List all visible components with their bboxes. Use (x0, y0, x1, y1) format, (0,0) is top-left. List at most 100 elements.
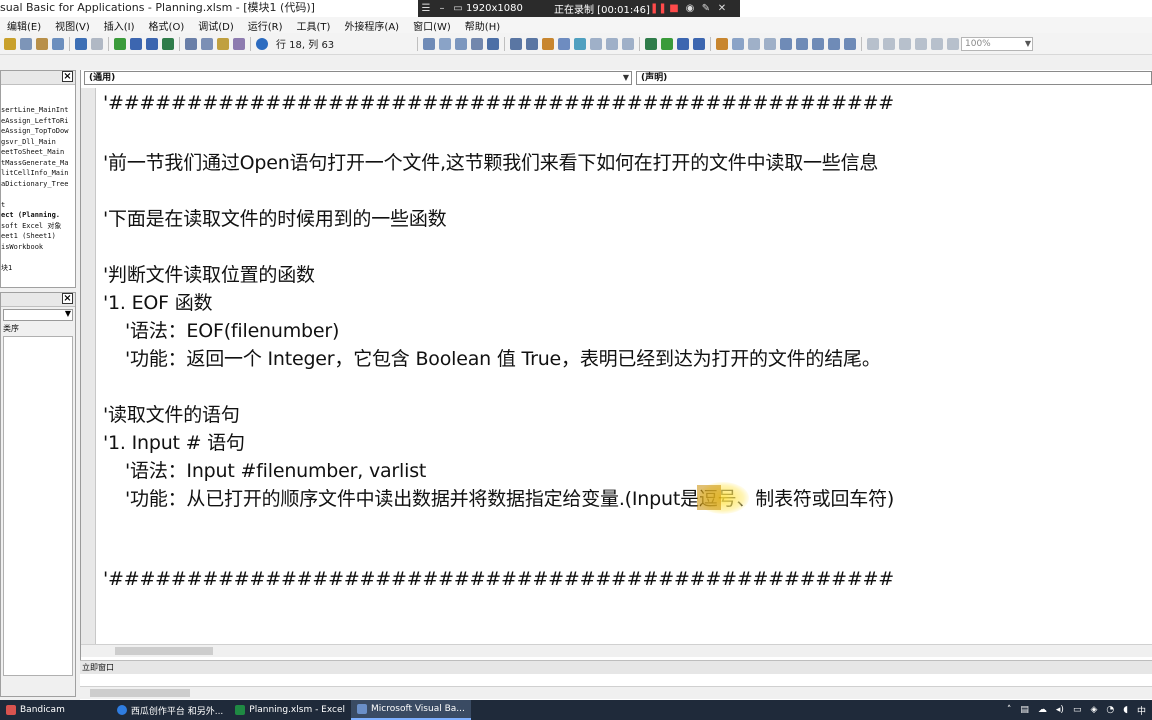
userform-align-icon[interactable] (867, 37, 879, 50)
menu-addins[interactable]: 外接程序(A) (337, 18, 406, 33)
menu-view[interactable]: 视图(V) (48, 18, 97, 33)
userform-group-icon[interactable] (883, 37, 895, 50)
properties-icon[interactable] (201, 37, 213, 50)
menu-format[interactable]: 格式(O) (142, 18, 192, 33)
redo-icon[interactable] (91, 37, 103, 50)
tree-item[interactable]: eetToSheet_Main (1, 147, 75, 158)
step-into-icon[interactable] (732, 37, 744, 50)
run-icon[interactable] (114, 37, 126, 50)
userform-size-icon[interactable] (931, 37, 943, 50)
close-icon[interactable]: × (62, 71, 73, 82)
menu-tools[interactable]: 工具(T) (290, 18, 338, 33)
tree-item-project[interactable]: ect (Planning. (1, 210, 75, 221)
volume-icon[interactable]: ◂) (1056, 705, 1064, 715)
userform-order-icon[interactable] (947, 37, 959, 50)
reset-icon[interactable] (146, 37, 158, 50)
procedure-combo[interactable]: (声明) (636, 71, 1152, 85)
toggle-bookmark-icon[interactable] (590, 37, 602, 50)
outdent-icon[interactable] (526, 37, 538, 50)
tree-item-module[interactable]: 块1 (1, 263, 75, 274)
close-icon[interactable]: × (62, 293, 73, 304)
quick-watch-icon[interactable] (828, 37, 840, 50)
tree-item[interactable]: eet1 (Sheet1) (1, 231, 75, 242)
zoom-select[interactable]: 100% ▼ (961, 36, 1033, 51)
previous-bookmark-icon[interactable] (622, 37, 634, 50)
help-icon[interactable] (256, 37, 268, 50)
undo-icon[interactable] (75, 37, 87, 50)
taskbar-item-vba[interactable]: Microsoft Visual Ba... (351, 700, 471, 720)
tree-item[interactable]: eAssign_LeftToRi (1, 116, 75, 127)
pen-icon[interactable]: ✎ (698, 3, 714, 14)
break-icon[interactable] (130, 37, 142, 50)
properties-tab[interactable]: 类序 (1, 323, 75, 334)
tree-item[interactable]: isWorkbook (1, 242, 75, 253)
menu-insert[interactable]: 插入(I) (97, 18, 142, 33)
indent-icon[interactable] (510, 37, 522, 50)
quick-info-icon[interactable] (455, 37, 467, 50)
camera-icon[interactable]: ◉ (682, 3, 698, 14)
list-constants-icon[interactable] (439, 37, 451, 50)
network-icon[interactable]: ▤ (1020, 705, 1029, 715)
design-mode-icon[interactable] (162, 37, 174, 50)
comment-block-icon[interactable] (558, 37, 570, 50)
code-horizontal-scrollbar[interactable] (81, 644, 1152, 657)
cloud-icon[interactable]: ☁ (1038, 705, 1047, 715)
speaker-icon[interactable]: ◖ (1123, 705, 1128, 715)
reset-icon-2[interactable] (693, 37, 705, 50)
tree-item[interactable]: litCellInfo_Main (1, 168, 75, 179)
step-over-icon[interactable] (748, 37, 760, 50)
break-icon-2[interactable] (677, 37, 689, 50)
toolbox-icon[interactable] (233, 37, 245, 50)
project-explorer-icon[interactable] (185, 37, 197, 50)
menu-edit[interactable]: 编辑(E) (0, 18, 48, 33)
immediate-window-icon[interactable] (796, 37, 808, 50)
tree-item[interactable]: sertLine_MainInt (1, 105, 75, 116)
close-icon[interactable]: ✕ (714, 3, 730, 14)
call-stack-icon[interactable] (844, 37, 856, 50)
taskbar-item-xigua[interactable]: 西瓜创作平台 和另外... (111, 700, 229, 720)
menu-help[interactable]: 帮助(H) (458, 18, 507, 33)
ime-indicator[interactable]: 中 (1137, 704, 1146, 717)
tree-item[interactable]: soft Excel 对象 (1, 221, 75, 232)
scrollbar-thumb[interactable] (90, 689, 190, 697)
security-icon[interactable]: ◈ (1090, 705, 1097, 715)
scrollbar-thumb[interactable] (115, 647, 213, 655)
find-icon[interactable] (52, 37, 64, 50)
immediate-horizontal-scrollbar[interactable] (80, 686, 1152, 699)
step-out-icon[interactable] (764, 37, 776, 50)
object-browser-icon[interactable] (217, 37, 229, 50)
menu-icon[interactable]: ☰ (418, 3, 434, 14)
minimize-icon[interactable]: – (434, 3, 450, 14)
object-combo[interactable]: (通用) ▼ (84, 71, 632, 85)
parameter-info-icon[interactable] (471, 37, 483, 50)
uncomment-block-icon[interactable] (574, 37, 586, 50)
next-bookmark-icon[interactable] (606, 37, 618, 50)
properties-grid[interactable] (3, 336, 73, 676)
tree-item[interactable]: t (1, 200, 75, 211)
taskbar-item-bandicam[interactable]: Bandicam (0, 700, 71, 720)
taskbar-item-excel[interactable]: Planning.xlsm - Excel (229, 700, 351, 720)
locals-window-icon[interactable] (780, 37, 792, 50)
list-properties-icon[interactable] (423, 37, 435, 50)
tree-item[interactable]: tMassGenerate_Ma (1, 158, 75, 169)
userform-ungroup-icon[interactable] (899, 37, 911, 50)
cut-icon[interactable] (4, 37, 16, 50)
menu-window[interactable]: 窗口(W) (406, 18, 458, 33)
userform-center-icon[interactable] (915, 37, 927, 50)
pause-icon[interactable]: ❚❚ (650, 3, 667, 14)
copy-icon[interactable] (20, 37, 32, 50)
paste-icon[interactable] (36, 37, 48, 50)
run-icon-2[interactable] (661, 37, 673, 50)
complete-word-icon[interactable] (487, 37, 499, 50)
tree-item[interactable]: aDictionary_Tree (1, 179, 75, 190)
code-editor[interactable]: '#######################################… (97, 88, 1147, 644)
watch-window-icon[interactable] (812, 37, 824, 50)
tree-item[interactable]: gsvr_Dll_Main (1, 137, 75, 148)
tree-item[interactable]: eAssign_TopToDow (1, 126, 75, 137)
chevron-up-icon[interactable]: ˄ (1007, 705, 1012, 715)
toggle-breakpoint-icon[interactable] (542, 37, 554, 50)
breakpoint-icon-2[interactable] (716, 37, 728, 50)
code-margin[interactable] (81, 88, 96, 644)
display-icon[interactable]: ▭ (1073, 705, 1082, 715)
design-mode-icon-2[interactable] (645, 37, 657, 50)
